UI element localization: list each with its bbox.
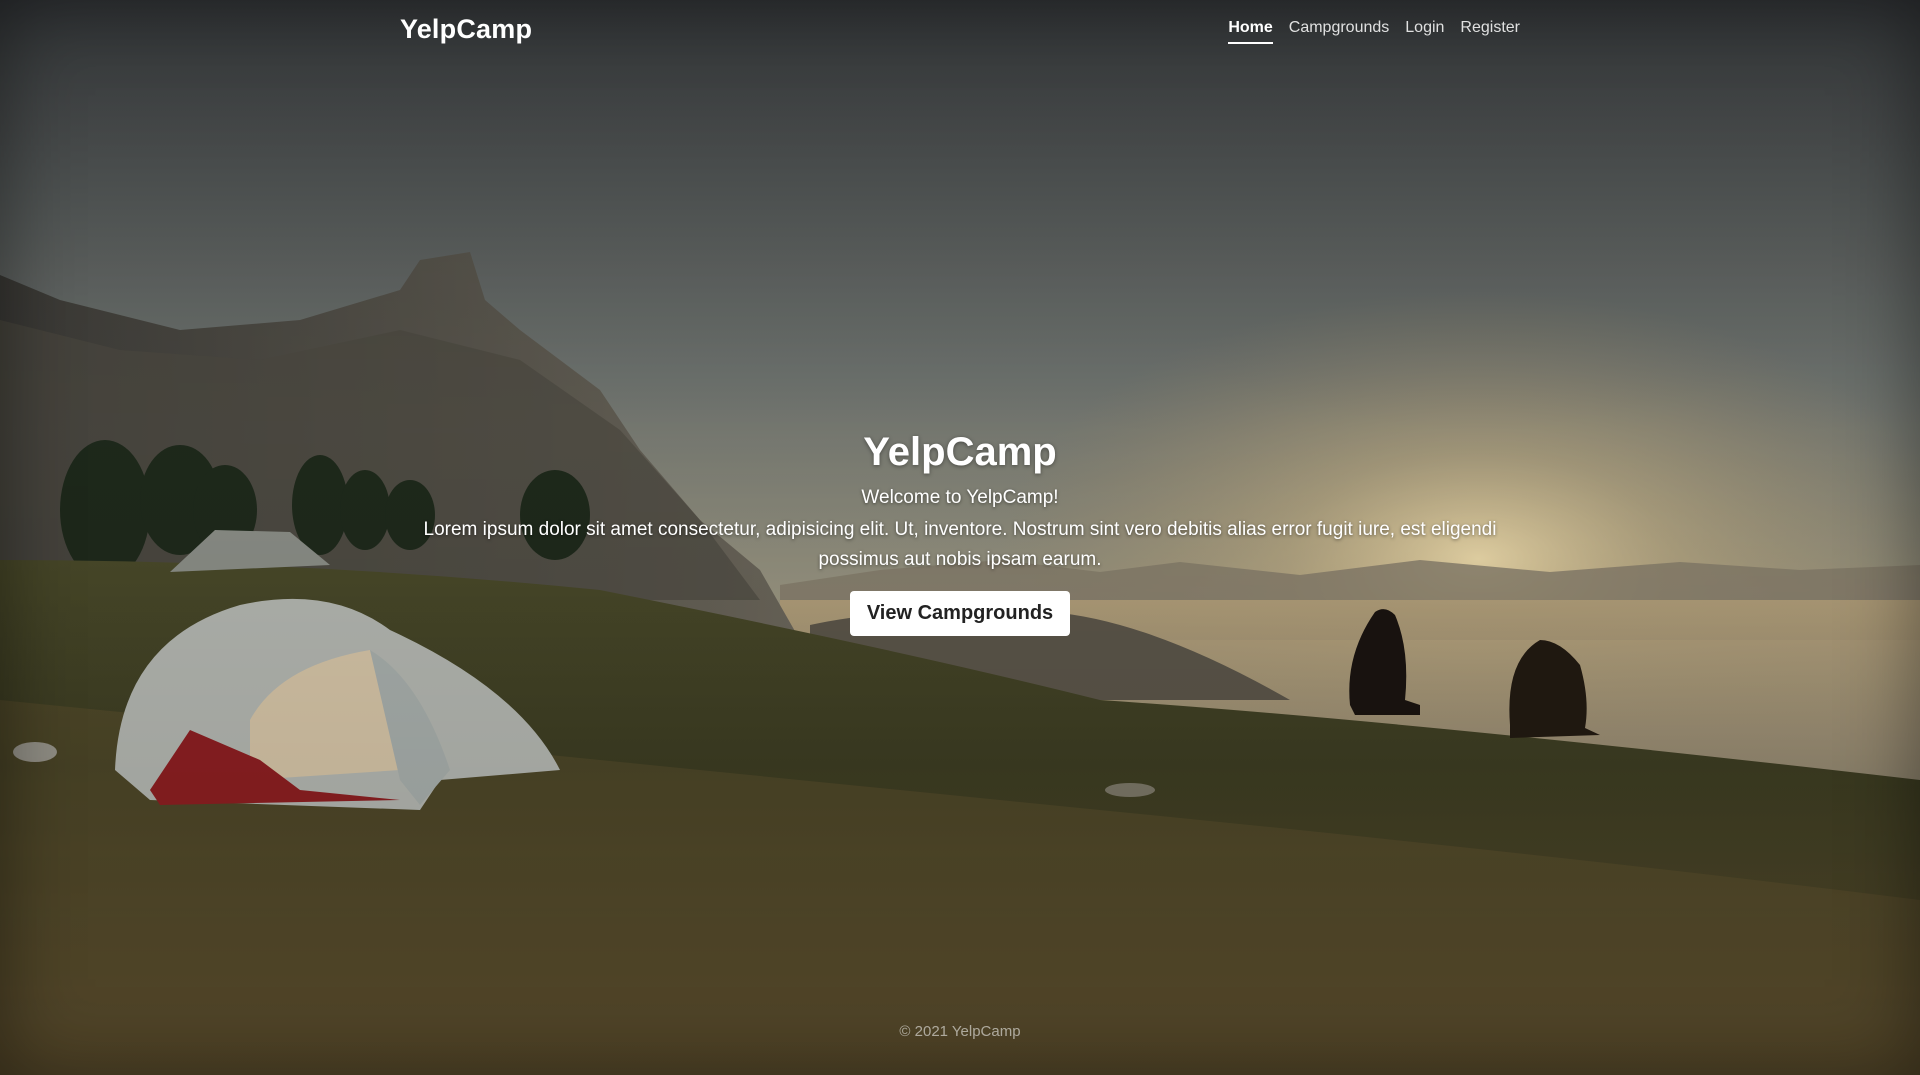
- nav-links: Home Campgrounds Login Register: [1228, 19, 1520, 44]
- hero-welcome: Welcome to YelpCamp!: [861, 487, 1059, 508]
- nav-link-campgrounds[interactable]: Campgrounds: [1289, 19, 1390, 44]
- footer: © 2021 YelpCamp: [899, 1023, 1021, 1040]
- nav-link-login[interactable]: Login: [1405, 19, 1444, 44]
- brand-logo[interactable]: YelpCamp: [400, 14, 532, 45]
- navbar: YelpCamp Home Campgrounds Login Register: [0, 0, 1920, 62]
- hero-lead: Lorem ipsum dolor sit amet consectetur, …: [423, 519, 1497, 570]
- nav-link-home[interactable]: Home: [1228, 19, 1273, 44]
- view-campgrounds-button[interactable]: View Campgrounds: [849, 591, 1071, 636]
- hero-content: YelpCamp Welcome to YelpCamp! Lorem ipsu…: [410, 430, 1510, 636]
- hero-section: YelpCamp Home Campgrounds Login Register…: [0, 0, 1920, 1075]
- hero-title: YelpCamp: [863, 430, 1057, 474]
- nav-link-register[interactable]: Register: [1460, 19, 1520, 44]
